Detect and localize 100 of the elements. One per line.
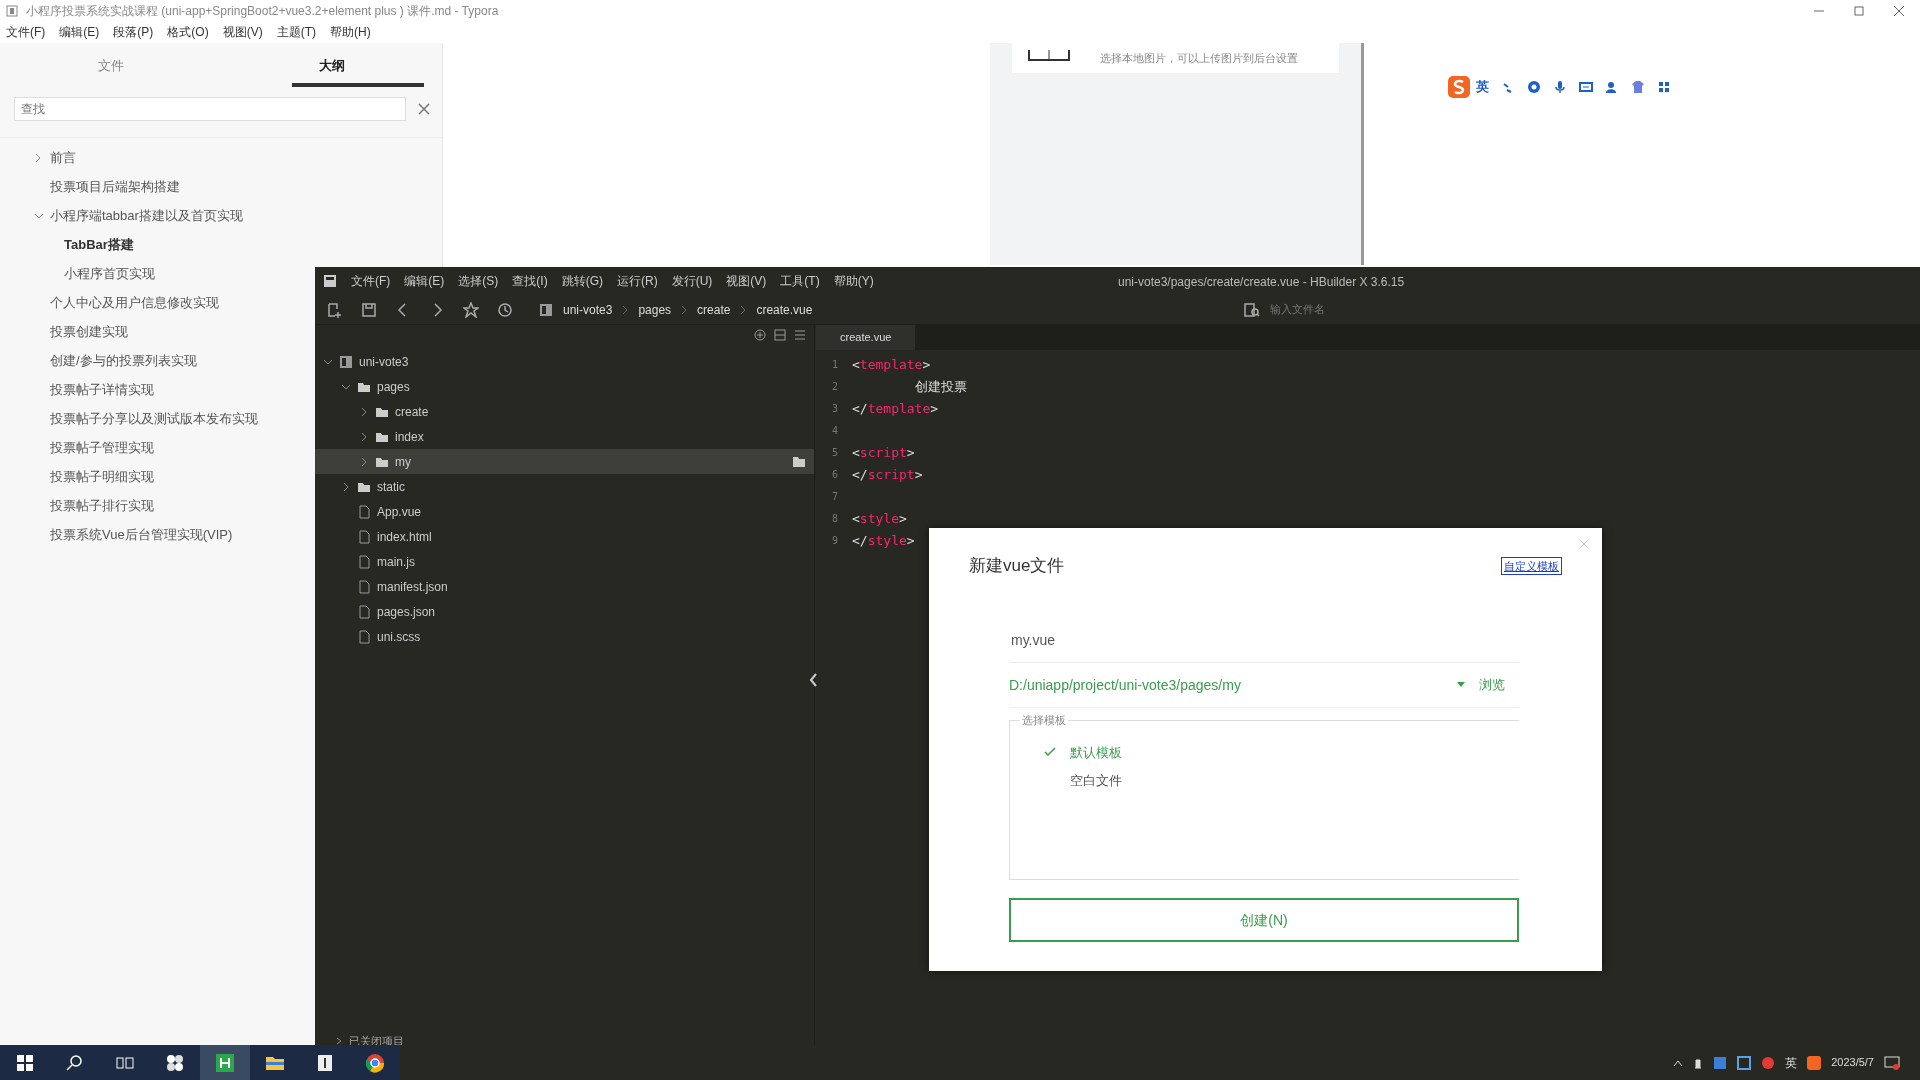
shirt-icon[interactable] [1631,80,1645,94]
menu-item[interactable]: 主题(T) [276,23,316,41]
menu-item[interactable]: 视图(V) [222,23,263,41]
menu-item[interactable]: 视图(V) [726,272,767,290]
create-button[interactable]: 创建(N) [1009,898,1519,942]
outline-item[interactable]: 投票创建实现 [50,321,128,342]
code-line: <script> [852,443,915,462]
tree-row[interactable]: pages.json [315,599,814,624]
hbuilder-icon[interactable] [200,1045,250,1080]
outline-item[interactable]: 投票帖子排行实现 [50,495,154,516]
ime-mode[interactable]: 英 [1785,1053,1798,1072]
pinwheel-icon[interactable] [150,1045,200,1080]
tree-row[interactable]: pages [315,374,814,399]
folder-icon[interactable] [250,1045,300,1080]
menu-item[interactable]: 帮助(H) [330,23,371,41]
code-line: </script> [852,465,923,484]
sidebar-tab[interactable]: 文件 [0,43,221,89]
breadcrumb-item[interactable]: create [697,300,731,319]
breadcrumb-item[interactable]: uni-vote3 [563,300,613,319]
breadcrumb-item[interactable]: pages [638,300,672,319]
microphone-icon[interactable] [1553,80,1567,94]
clock-date[interactable]: 2023/5/7 [1831,1054,1874,1071]
clear-icon[interactable] [418,103,430,115]
dropdown-icon[interactable] [1457,682,1465,688]
ime-mode[interactable]: 英 [1476,77,1489,97]
chevron-icon [740,304,747,315]
grid-icon[interactable] [1657,80,1671,94]
outline-item[interactable]: 投票帖子详情实现 [50,379,154,400]
start-icon[interactable] [0,1045,50,1080]
emoji-icon[interactable] [1527,80,1541,94]
outline-item[interactable]: 个人中心及用户信息修改实现 [50,292,219,313]
clock-icon[interactable] [497,301,513,318]
menu-item[interactable]: 文件(F) [6,23,46,41]
template-option[interactable]: 空白文件 [1010,767,1519,795]
tree-label: uni-vote3 [359,353,409,371]
project-icon [539,302,553,317]
outline-item[interactable]: 投票项目后端架构搭建 [50,176,180,197]
outline-item[interactable]: 投票帖子明细实现 [50,466,154,487]
file-icon [357,504,371,519]
tree-row[interactable]: main.js [315,549,814,574]
outline-item[interactable]: 投票系统Vue后台管理实现(VIP) [50,524,233,545]
chrome-icon[interactable] [350,1045,400,1080]
line-number: 6 [830,468,838,482]
save-icon[interactable] [361,301,377,318]
user-icon[interactable] [1605,80,1619,94]
notification-icon[interactable] [1884,1055,1900,1070]
menu-item[interactable]: 运行(R) [617,272,658,290]
ime-logo-icon[interactable] [1448,76,1470,98]
menu-item[interactable]: 工具(T) [780,272,820,290]
tree-row[interactable]: index.html [315,524,814,549]
editor-tab[interactable]: create.vue [816,325,916,350]
star-icon[interactable] [463,301,479,318]
menu-item[interactable]: 文件(F) [351,272,391,290]
menu-item[interactable]: 发行(U) [671,272,713,290]
breadcrumb-item[interactable]: create.vue [756,300,813,319]
tree-row[interactable]: manifest.json [315,574,814,599]
app-tray-icon[interactable] [1737,1055,1752,1070]
path-field[interactable]: D:/uniapp/project/uni-vote3/pages/my 浏览 [1009,663,1519,708]
menu-item[interactable]: 跳转(G) [561,272,603,290]
sidebar-tab[interactable]: 大纲 [221,43,442,89]
outline-item[interactable]: 小程序首页实现 [64,263,155,284]
ime-logo-icon[interactable] [1807,1055,1822,1070]
menu-item[interactable]: 帮助(Y) [833,272,874,290]
window-title: uni-vote3/pages/create/create.vue - HBuilder X 3.6.15 [1118,274,1405,291]
menu-item[interactable]: 选择(S) [458,272,499,290]
menu-item[interactable]: 查找(I) [512,272,548,290]
outline-item[interactable]: 前言 [50,147,76,168]
browse-link[interactable]: 浏览 [1479,675,1505,695]
tree-row[interactable]: uni-vote3 [315,349,814,374]
menu-item[interactable]: 编辑(E) [404,272,445,290]
app-icon [323,274,337,288]
project-icon [339,354,353,369]
line-number: 3 [830,402,838,416]
new-file-icon[interactable] [327,301,343,318]
window-title: 小程序投票系统实战课程 (uni-app+SpringBoot2+vue3.2+element plus ) 课件.md - Typora [26,2,499,20]
tree-row[interactable]: my [315,449,814,474]
keyboard-icon[interactable] [1579,80,1593,94]
outline-item[interactable]: 小程序端tabbar搭建以及首页实现 [50,205,243,226]
outline-item[interactable]: 投票帖子分享以及测试版本发布实现 [50,408,258,429]
app-tray-icon[interactable] [1713,1055,1728,1070]
app-tray-icon[interactable] [1761,1055,1776,1070]
menu-item[interactable]: 格式(O) [167,23,209,41]
menu-item[interactable]: 编辑(E) [59,23,100,41]
tree-row[interactable]: static [315,474,814,499]
tree-row[interactable]: index [315,424,814,449]
folder-icon[interactable] [792,455,806,468]
chevron-icon[interactable] [1673,1058,1684,1067]
tree-row[interactable]: create [315,399,814,424]
menu-item[interactable]: 段落(P) [113,23,154,41]
file-search-field[interactable]: 输入文件名 [1268,300,1388,319]
outline-item[interactable]: 创建/参与的投票列表实现 [50,350,197,371]
outline-item[interactable]: 投票帖子管理实现 [50,437,154,458]
maximize-icon[interactable] [1854,5,1864,16]
tree-row[interactable]: uni.scss [315,624,814,649]
filter-field[interactable]: 查找 [14,97,406,121]
tree-row[interactable]: App.vue [315,499,814,524]
outline-item[interactable]: TabBar搭建 [64,234,134,255]
template-option[interactable]: 默认模板 [1010,739,1519,767]
template-link[interactable]: 自定义模板 [1501,556,1562,576]
close-icon[interactable] [1894,5,1904,16]
